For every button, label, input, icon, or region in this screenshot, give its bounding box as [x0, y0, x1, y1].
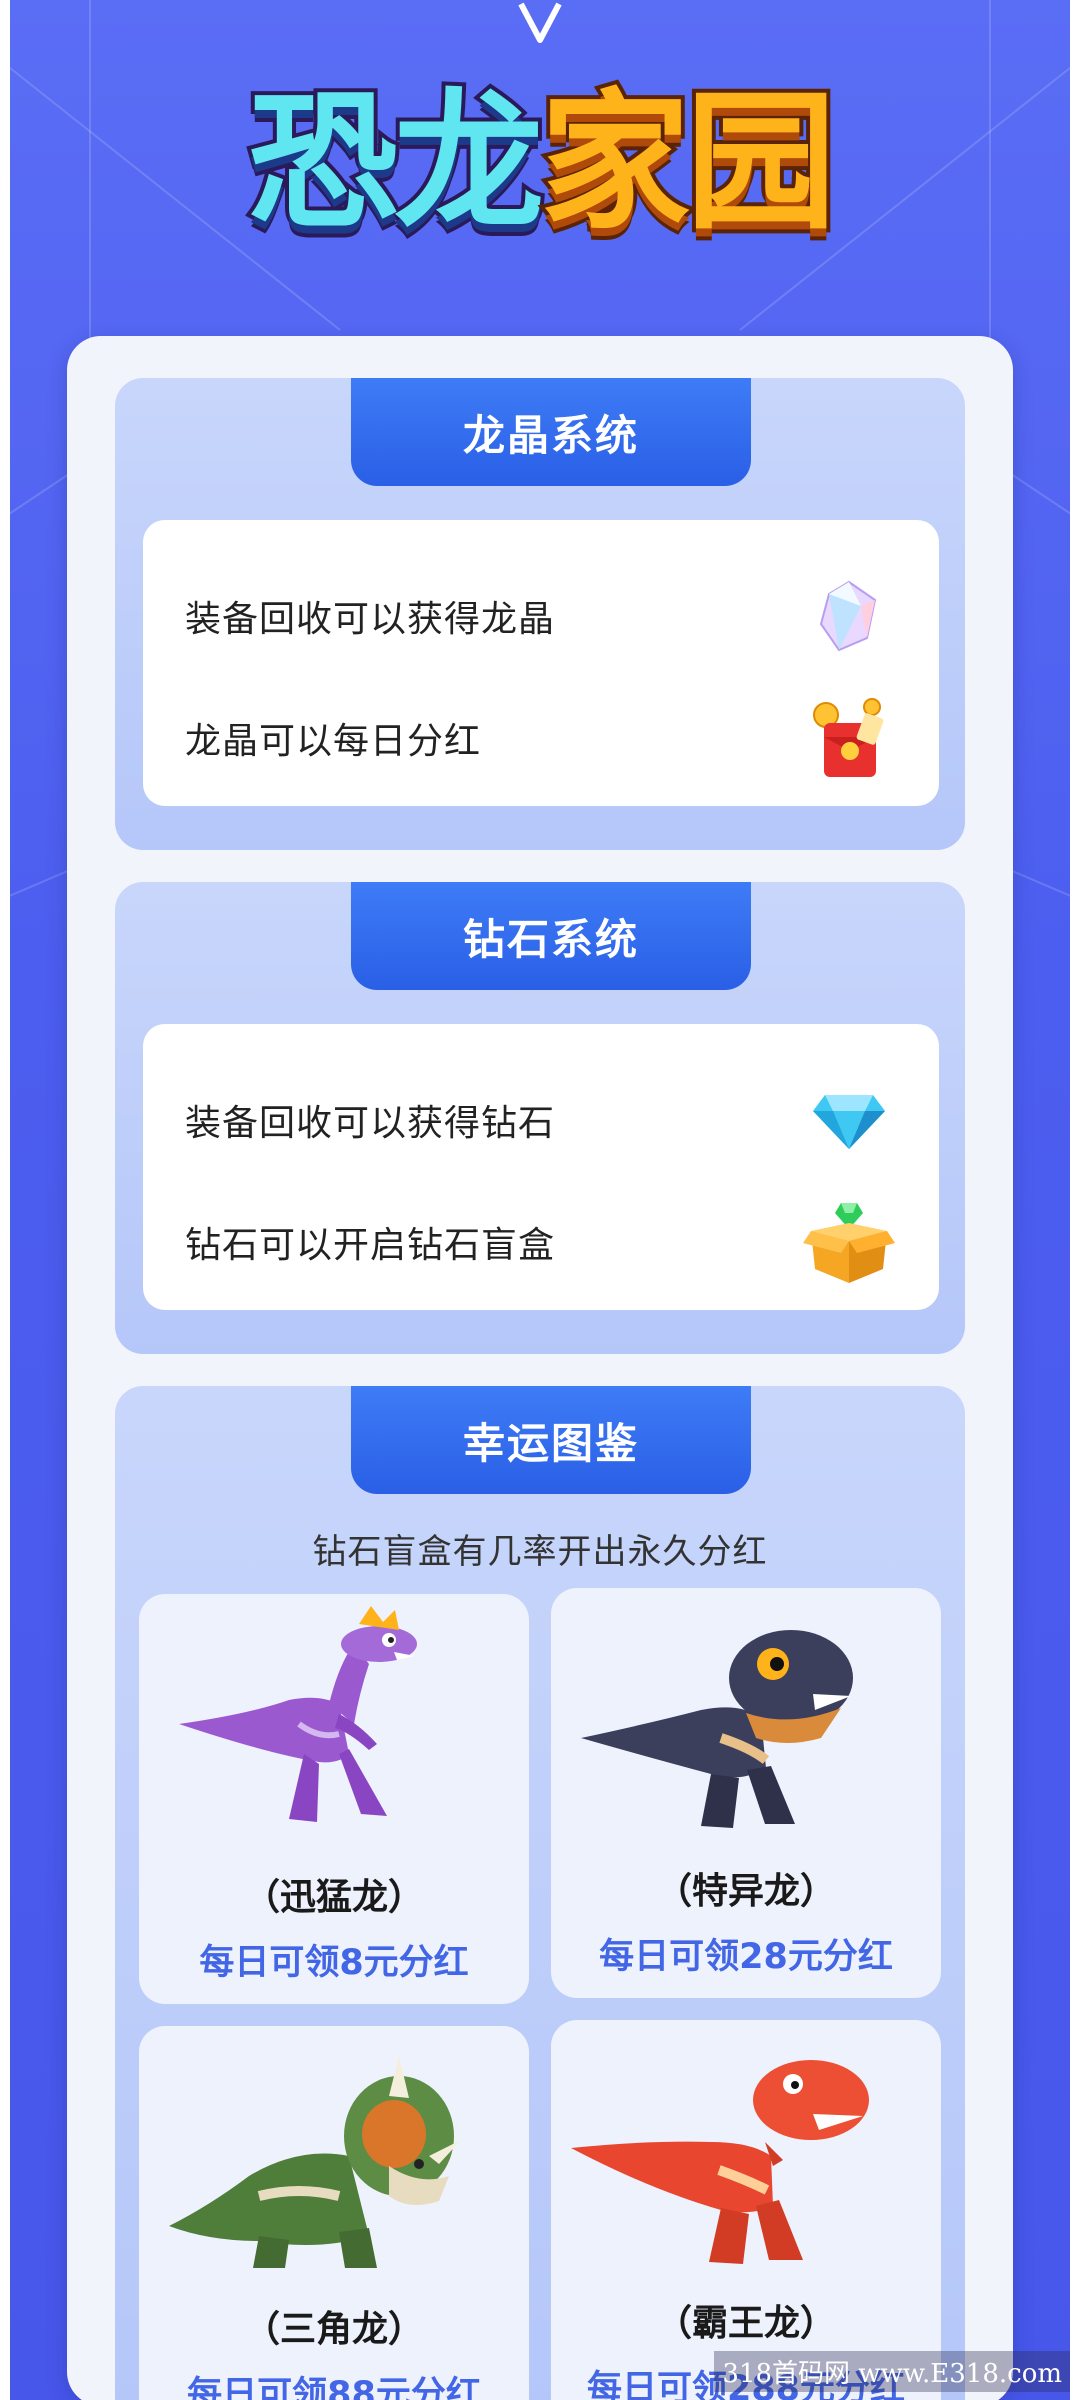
t-rex-icon — [571, 2060, 869, 2264]
allosaurus-icon — [581, 1630, 853, 1828]
row-label: 龙晶可以每日分红 — [185, 721, 482, 762]
dino-name: （特异龙） — [655, 1871, 836, 1912]
crystal-row-dividend: 龙晶可以每日分红 — [185, 678, 897, 798]
diamond-row-recycle: 装备回收可以获得钻石 — [185, 1060, 897, 1180]
dino-name: （迅猛龙） — [243, 1877, 424, 1918]
crystal-row-recycle: 装备回收可以获得龙晶 — [185, 556, 897, 676]
dino-name: （三角龙） — [243, 2309, 424, 2350]
row-label: 钻石可以开启钻石盲盒 — [185, 1225, 556, 1266]
dino-card-velociraptor[interactable]: （迅猛龙） 每日可领8元分红 — [139, 1594, 529, 2004]
title-part-dinosaur: 恐龙 — [244, 76, 548, 250]
row-label: 装备回收可以获得钻石 — [185, 1103, 556, 1144]
page-title: 恐龙家园 — [0, 84, 1080, 242]
lucky-subtitle: 钻石盲盒有几率开出永久分红 — [312, 1532, 768, 1572]
diamond-title: 钻石系统 — [351, 882, 751, 990]
gift-box-icon — [801, 1194, 897, 1290]
red-envelope-icon — [801, 690, 897, 786]
dragon-crystal-section: 龙晶系统 装备回收可以获得龙晶 龙晶可以每日分红 — [115, 378, 965, 850]
diamond-section: 钻石系统 装备回收可以获得钻石 钻石可以开启钻石盲盒 — [115, 882, 965, 1354]
dragon-crystal-card: 装备回收可以获得龙晶 龙晶可以每日分红 — [143, 520, 939, 806]
chevron-down-icon — [518, 2, 562, 43]
diamond-icon — [801, 1072, 897, 1168]
left-edge — [0, 0, 10, 2400]
watermark: 318首码网 www.E318.com — [714, 2351, 1070, 2392]
dragon-crystal-title: 龙晶系统 — [351, 378, 751, 486]
crystal-icon — [801, 568, 897, 664]
diamond-row-blindbox: 钻石可以开启钻石盲盒 — [185, 1182, 897, 1302]
row-label: 装备回收可以获得龙晶 — [185, 599, 556, 640]
triceratops-icon — [169, 2056, 461, 2268]
velociraptor-icon — [179, 1606, 417, 1822]
dino-reward: 每日可领28元分红 — [599, 1937, 893, 1977]
dino-card-triceratops[interactable]: （三角龙） 每日可领88元分红 — [139, 2026, 529, 2400]
dino-name: （霸王龙） — [655, 2303, 836, 2344]
right-edge — [1070, 0, 1080, 2400]
lucky-collection-title: 幸运图鉴 — [351, 1386, 751, 1494]
dino-card-allosaurus[interactable]: （特异龙） 每日可领28元分红 — [551, 1588, 941, 1998]
lucky-collection-section: 幸运图鉴 钻石盲盒有几率开出永久分红 （迅猛龙） 每日可领8元分红 （特异龙） … — [115, 1386, 965, 2400]
dino-reward: 每日可领88元分红 — [187, 2375, 481, 2400]
dino-reward: 每日可领8元分红 — [199, 1943, 469, 1983]
dino-card-t-rex[interactable]: （霸王龙） 每日可领288元分红 — [551, 2020, 941, 2400]
diamond-card: 装备回收可以获得钻石 钻石可以开启钻石盲盒 — [143, 1024, 939, 1310]
title-part-home: 家园 — [536, 76, 840, 250]
